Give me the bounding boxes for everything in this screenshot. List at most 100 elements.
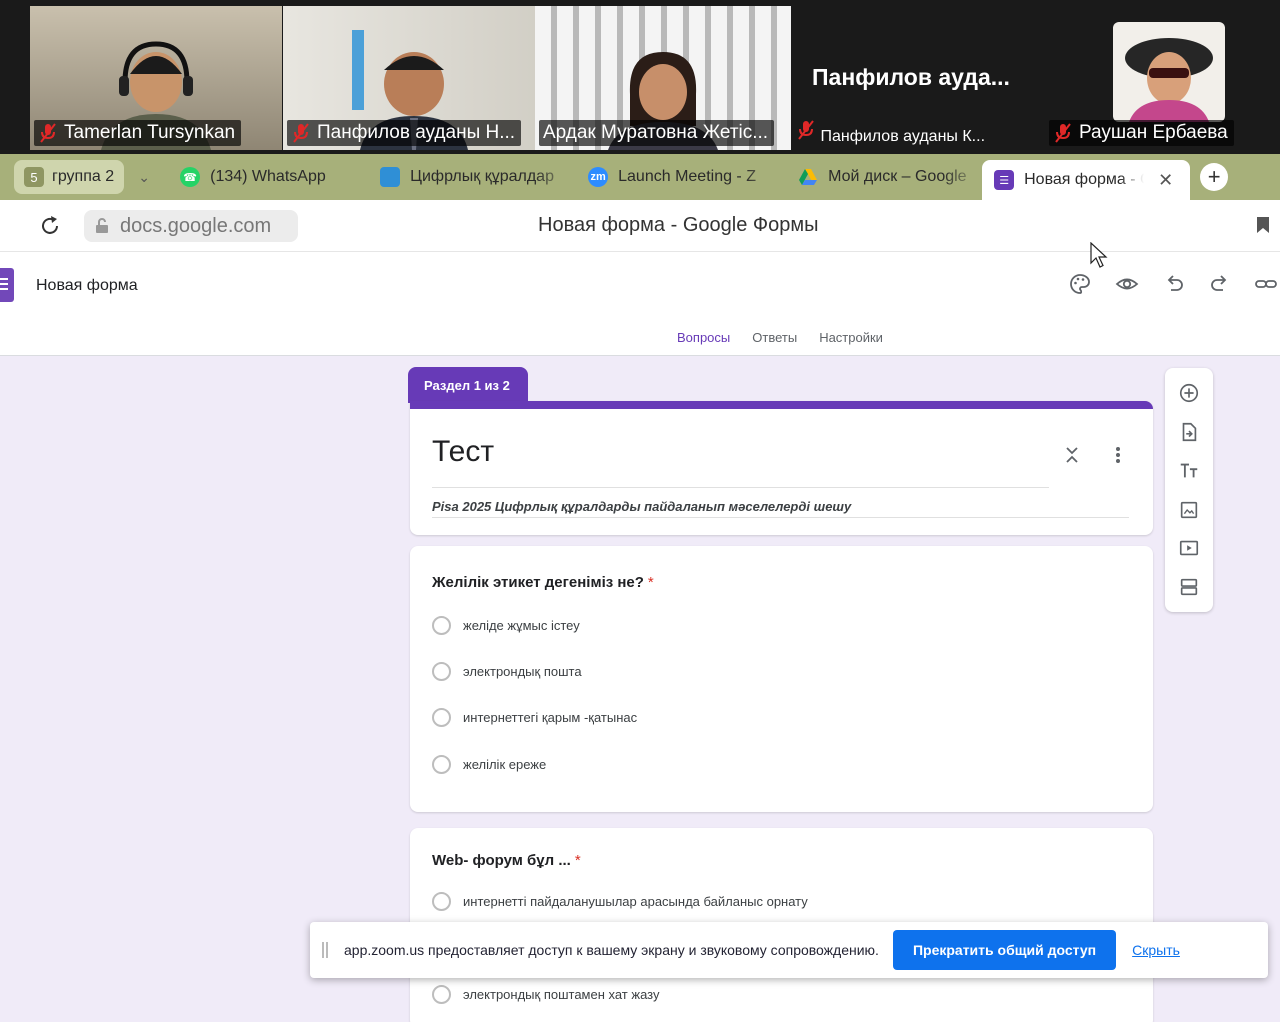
import-icon: [1182, 422, 1197, 442]
preview-eye-icon[interactable]: [1115, 272, 1139, 296]
stop-sharing-button[interactable]: Прекратить общий доступ: [892, 930, 1117, 970]
participant-tile[interactable]: Раушан Ербаева: [1045, 6, 1280, 150]
radio-option[interactable]: интернеттегі қарым -қатынас: [432, 708, 637, 727]
reload-icon[interactable]: [38, 214, 62, 238]
site-favicon-icon: [380, 167, 401, 187]
video-icon: [1179, 540, 1199, 556]
participant-nameplate: Панфилов ауданы К...: [796, 119, 985, 146]
title-underline: [432, 487, 1049, 488]
tab-whatsapp[interactable]: ☎ (134) WhatsApp: [168, 160, 368, 194]
tab-cifrlyq[interactable]: Цифрлық құралдар: [368, 160, 576, 194]
tab-responses[interactable]: Ответы: [752, 330, 797, 345]
site-info-lock-icon[interactable]: [94, 218, 110, 234]
form-title[interactable]: Тест: [432, 435, 494, 469]
description-underline: [432, 517, 1129, 518]
tab-group-count: 5: [24, 167, 44, 187]
mic-muted-icon: [798, 120, 814, 140]
radio-button[interactable]: [432, 616, 451, 635]
mic-muted-icon: [1055, 123, 1071, 143]
form-title-card[interactable]: Тест Pisa 2025 Цифрлық құралдарды пайдал…: [410, 401, 1153, 535]
address-bar: docs.google.com Новая форма - Google Фор…: [0, 200, 1280, 252]
more-vert-icon[interactable]: [1110, 445, 1126, 465]
radio-button[interactable]: [432, 755, 451, 774]
participant-nameplate: Tamerlan Tursynkan: [34, 120, 242, 146]
participant-name: Панфилов ауданы Н...: [317, 122, 516, 143]
required-asterisk: *: [574, 852, 581, 869]
tab-launch-meeting[interactable]: zm Launch Meeting - Z: [576, 160, 786, 194]
tab-group-name: группа 2: [52, 168, 115, 185]
form-doc-title[interactable]: Новая форма: [36, 277, 138, 295]
add-circle-icon: [1179, 383, 1199, 403]
google-drive-icon: [799, 169, 818, 185]
link-icon[interactable]: [1254, 272, 1278, 296]
add-video-button[interactable]: [1177, 536, 1201, 560]
question-title: Web- форум бұл ... *: [432, 852, 581, 869]
radio-option[interactable]: интернетті пайдаланушылар арасында байла…: [432, 892, 808, 911]
url-field[interactable]: docs.google.com: [84, 210, 298, 242]
participant-avatar: [1113, 22, 1225, 122]
hide-banner-link[interactable]: Скрыть: [1132, 942, 1180, 958]
tab-group[interactable]: 5 группа 2: [14, 160, 125, 194]
radio-button[interactable]: [432, 892, 451, 911]
import-questions-button[interactable]: [1177, 420, 1201, 444]
google-forms-icon: ☰: [994, 170, 1015, 190]
section-label: Раздел 1 из 2: [408, 367, 528, 403]
participant-nameplate: Раушан Ербаева: [1049, 120, 1234, 146]
new-tab-button[interactable]: +: [1200, 163, 1229, 191]
radio-button[interactable]: [432, 985, 451, 1004]
mic-muted-icon: [40, 123, 56, 143]
participant-name: Ардак Муратовна Жетіс...: [543, 122, 769, 143]
browser-tab-bar: 5 группа 2 ⌄ ☎ (134) WhatsApp Цифрлық құ…: [0, 154, 1280, 200]
zoom-icon: zm: [588, 167, 609, 187]
participant-nameplate: Панфилов ауданы Н...: [287, 120, 522, 146]
participant-display-name: Панфилов ауда...: [812, 64, 1010, 90]
forms-header: Новая форма Вопросы Ответы Настройки: [0, 242, 1280, 356]
add-title-button[interactable]: [1177, 459, 1201, 483]
form-side-toolbar: [1165, 368, 1213, 612]
screen-share-banner: app.zoom.us предоставляет доступ к вашем…: [310, 922, 1268, 978]
drag-handle-icon[interactable]: [322, 942, 328, 958]
bookmark-icon[interactable]: [1256, 216, 1270, 234]
share-message: app.zoom.us предоставляет доступ к вашем…: [344, 942, 879, 958]
participant-nameplate: Ардак Муратовна Жетіс...: [539, 120, 775, 146]
radio-option[interactable]: желіде жұмыс істеу: [432, 616, 580, 635]
radio-option[interactable]: желілік ереже: [432, 755, 546, 774]
image-icon: [1180, 501, 1198, 519]
mic-muted-icon: [293, 123, 309, 143]
participant-tile[interactable]: Панфилов ауданы Н...: [283, 6, 535, 150]
tab-google-forms-active[interactable]: ☰ Новая форма - G ✕: [982, 160, 1191, 200]
add-section-button[interactable]: [1177, 575, 1201, 599]
form-description[interactable]: Pisa 2025 Цифрлық құралдарды пайдаланып …: [432, 499, 851, 514]
mouse-cursor-icon: [1090, 242, 1108, 268]
participant-tile-active-speaker[interactable]: Ардак Муратовна Жетіс...: [535, 6, 791, 150]
palette-icon[interactable]: [1068, 272, 1092, 296]
question-title: Желілік этикет дегеніміз не? *: [432, 574, 654, 591]
participant-name: Tamerlan Tursynkan: [64, 122, 236, 143]
tab-settings[interactable]: Настройки: [819, 330, 883, 345]
add-question-button[interactable]: [1177, 381, 1201, 405]
url-text: docs.google.com: [120, 214, 272, 237]
whatsapp-icon: ☎: [180, 167, 201, 187]
radio-option[interactable]: электрондық пошта: [432, 662, 582, 681]
close-tab-icon[interactable]: ✕: [1158, 170, 1173, 191]
radio-option[interactable]: электрондық поштамен хат жазу: [432, 985, 659, 1004]
title-text-icon: [1180, 463, 1198, 478]
tab-group-collapse-icon[interactable]: ⌄: [130, 163, 158, 191]
form-view-tabs: Вопросы Ответы Настройки: [677, 330, 883, 345]
google-forms-logo-icon[interactable]: [0, 268, 14, 302]
section-icon: [1180, 578, 1198, 596]
question-card[interactable]: Желілік этикет дегеніміз не? * желіде жұм…: [410, 546, 1153, 812]
redo-icon[interactable]: [1208, 272, 1232, 296]
tab-google-drive[interactable]: Мой диск – Google: [786, 160, 982, 194]
radio-button[interactable]: [432, 662, 451, 681]
participant-name: Панфилов ауданы К...: [820, 128, 986, 145]
add-image-button[interactable]: [1177, 498, 1201, 522]
zoom-gallery: Tamerlan Tursynkan Панфилов ауданы Н... …: [0, 0, 1280, 154]
page-title: Новая форма - Google Формы: [538, 214, 819, 236]
radio-button[interactable]: [432, 708, 451, 727]
participant-name: Раушан Ербаева: [1079, 122, 1228, 143]
tab-questions[interactable]: Вопросы: [677, 330, 730, 345]
undo-icon[interactable]: [1162, 272, 1186, 296]
participant-tile[interactable]: Tamerlan Tursynkan: [30, 6, 282, 150]
collapse-section-icon[interactable]: [1064, 445, 1080, 465]
